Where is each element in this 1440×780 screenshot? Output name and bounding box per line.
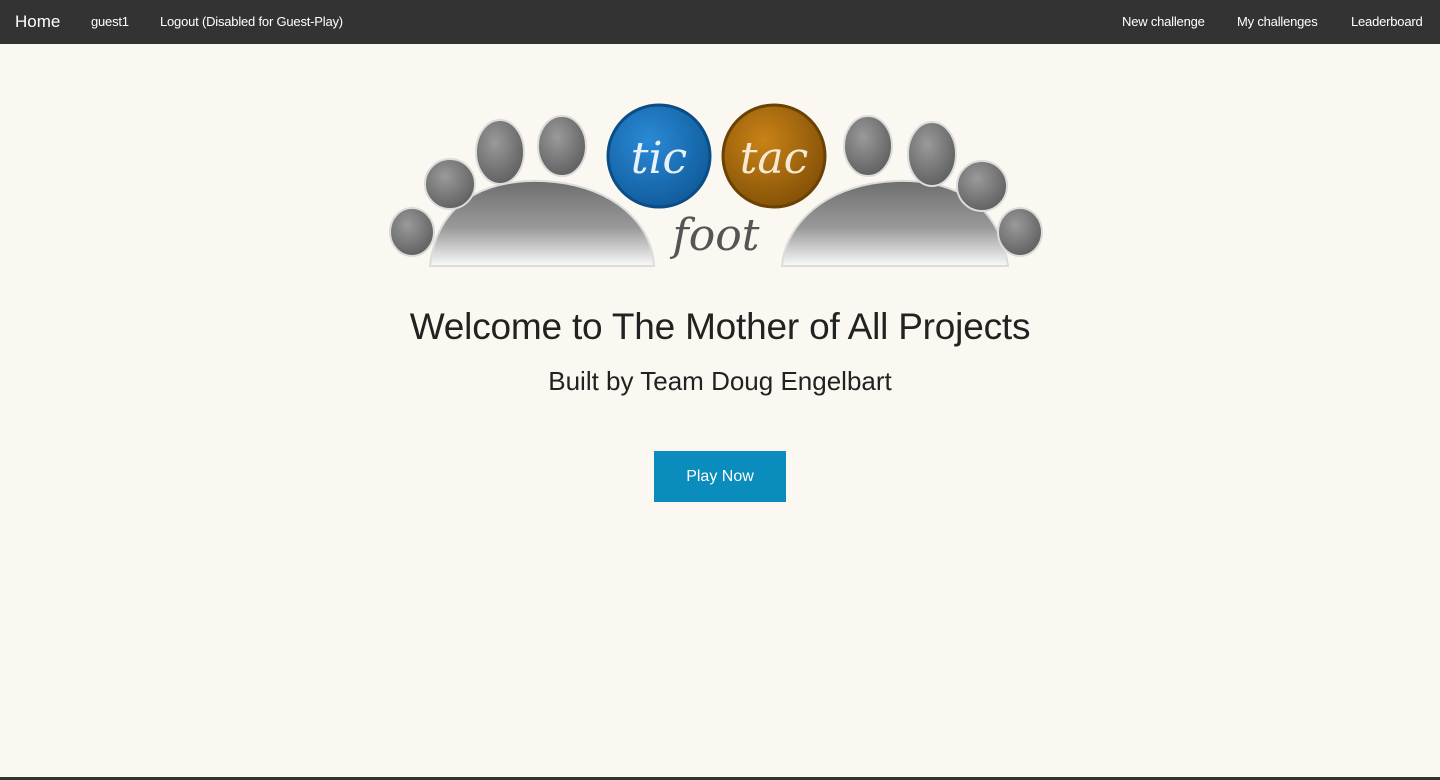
- logo-word-tac: tac: [740, 133, 809, 184]
- nav-new-challenge-link[interactable]: New challenge: [1122, 0, 1205, 44]
- page-title: Welcome to The Mother of All Projects: [409, 306, 1031, 347]
- logo-word-foot: foot: [670, 210, 760, 261]
- logo-word-tic: tic: [631, 133, 687, 184]
- play-now-button[interactable]: Play Now: [654, 451, 786, 502]
- nav-leaderboard-link[interactable]: Leaderboard: [1351, 0, 1423, 44]
- top-navbar: Home guest1 Logout (Disabled for Guest-P…: [0, 0, 1440, 44]
- tic-tac-foot-logo: tic tac foot: [389, 103, 1043, 267]
- tic-ball-icon: tic: [606, 103, 712, 209]
- nav-logout-link[interactable]: Logout (Disabled for Guest-Play): [160, 0, 343, 44]
- page-subtitle: Built by Team Doug Engelbart: [548, 366, 892, 396]
- tac-ball-icon: tac: [721, 103, 827, 209]
- nav-home-link[interactable]: Home: [15, 0, 60, 44]
- nav-user-link[interactable]: guest1: [91, 0, 129, 44]
- nav-my-challenges-link[interactable]: My challenges: [1237, 0, 1318, 44]
